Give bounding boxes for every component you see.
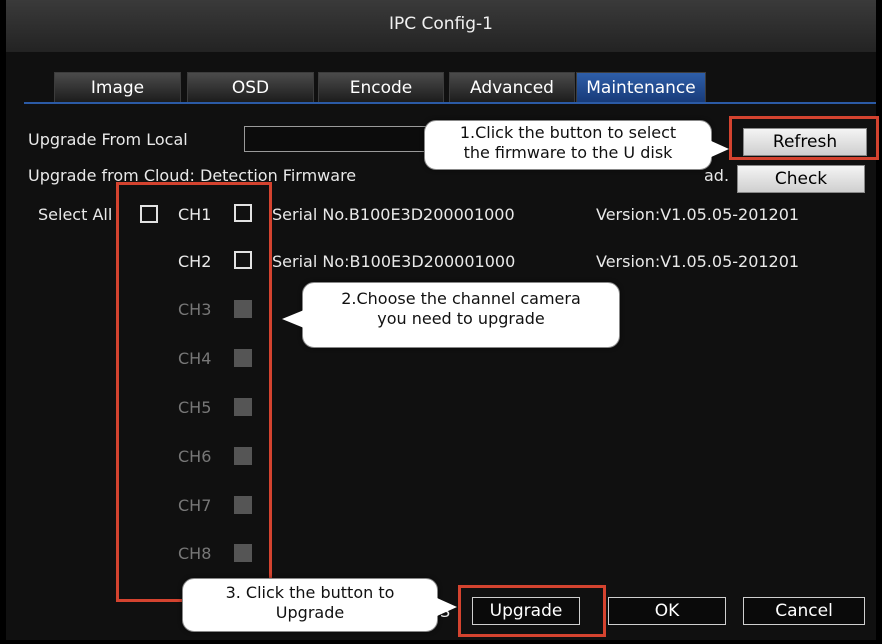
refresh-highlight	[729, 116, 879, 160]
cancel-button[interactable]: Cancel	[743, 597, 865, 625]
window-title: IPC Config-1	[388, 14, 494, 34]
check-button[interactable]: Check	[737, 165, 865, 193]
channel-serial-ch1: Serial No.B100E3D200001000	[272, 205, 515, 224]
select-all-label: Select All	[38, 205, 113, 224]
tab-advanced[interactable]: Advanced	[449, 72, 575, 103]
tab-underline	[24, 102, 876, 104]
title-bar: IPC Config-1	[6, 0, 876, 53]
dialog-body: Image OSD Encode Advanced Maintenance Up…	[6, 52, 879, 640]
tab-maintenance[interactable]: Maintenance	[576, 72, 706, 103]
channel-version-ch2: Version:V1.05.05-201201	[596, 252, 800, 271]
callout-step1-line2: the firmware to the U disk	[463, 143, 673, 162]
callout-step2-pointer	[282, 310, 304, 328]
callout-step2-line1: 2.Choose the channel camera	[341, 289, 581, 308]
callout-step1: 1.Click the button to select the firmwar…	[424, 120, 712, 170]
upgrade-cloud-tail: ad.	[704, 166, 730, 185]
callout-step3: 3. Click the button to Upgrade	[182, 578, 438, 632]
tab-image[interactable]: Image	[54, 72, 181, 103]
ok-button[interactable]: OK	[608, 597, 726, 625]
channel-column-highlight	[116, 182, 272, 602]
callout-step2: 2.Choose the channel camera you need to …	[302, 282, 620, 348]
channel-version-ch1: Version:V1.05.05-201201	[596, 205, 800, 224]
callout-step1-pointer	[709, 140, 729, 158]
tab-encode[interactable]: Encode	[318, 72, 444, 103]
callout-step1-line1: 1.Click the button to select	[459, 123, 677, 142]
tab-osd[interactable]: OSD	[187, 72, 314, 103]
upgrade-local-label: Upgrade From Local	[28, 130, 188, 149]
channel-serial-ch2: Serial No:B100E3D200001000	[272, 252, 516, 271]
callout-step3-line1: 3. Click the button to	[225, 583, 395, 602]
upgrade-highlight	[458, 585, 606, 637]
callout-step3-pointer	[437, 598, 457, 616]
callout-step2-line2: you need to upgrade	[377, 309, 545, 328]
callout-step3-line2: Upgrade	[275, 603, 345, 622]
